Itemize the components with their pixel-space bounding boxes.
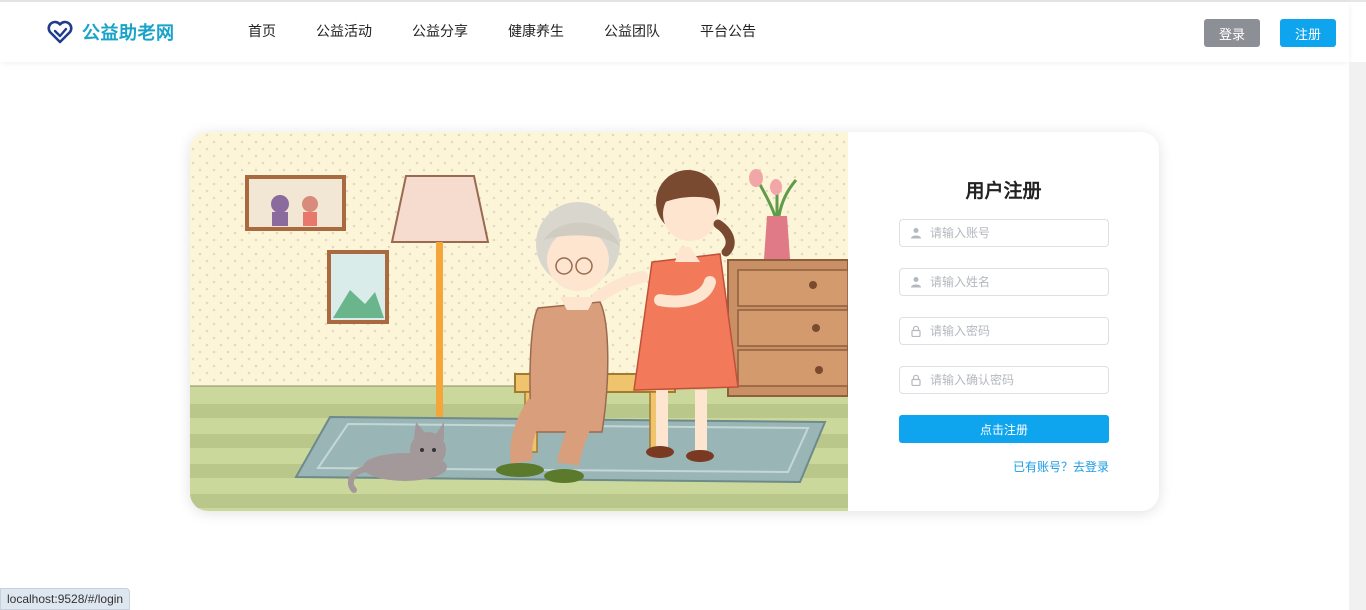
status-bar-url: localhost:9528/#/login (0, 588, 131, 610)
password-field[interactable] (899, 317, 1109, 345)
nav-item-sharing[interactable]: 公益分享 (412, 22, 468, 42)
name-input[interactable] (930, 269, 1104, 295)
nav-item-announcements[interactable]: 平台公告 (700, 22, 756, 42)
goto-login-link[interactable]: 已有账号？去登录 (899, 458, 1109, 475)
lock-icon (911, 374, 921, 386)
nav-item-activities[interactable]: 公益活动 (316, 22, 372, 42)
page-scrollbar[interactable] (1349, 62, 1366, 610)
password-input[interactable] (930, 318, 1104, 344)
nav-item-teams[interactable]: 公益团队 (604, 22, 660, 42)
heart-logo-icon (47, 20, 73, 44)
brand-name: 公益助老网 (82, 23, 175, 44)
login-button[interactable]: 登录 (1204, 19, 1260, 47)
elderly-care-illustration (190, 132, 848, 511)
user-icon (911, 228, 921, 239)
lock-icon (911, 325, 921, 337)
register-button[interactable]: 注册 (1280, 19, 1336, 47)
user-icon (911, 277, 921, 288)
nav-item-health[interactable]: 健康养生 (508, 22, 564, 42)
nav-item-home[interactable]: 首页 (248, 22, 276, 42)
top-header: 公益助老网 首页 公益活动 公益分享 健康养生 公益团队 平台公告 登录 注册 (0, 2, 1349, 62)
main-nav: 首页 公益活动 公益分享 健康养生 公益团队 平台公告 (248, 22, 796, 42)
register-form-panel: 用户注册 请输入账号 请输入姓名 点击注册 已有账号？去登录 (848, 132, 1159, 511)
account-input[interactable] (930, 220, 1104, 246)
brand-logo[interactable]: 公益助老网 (46, 18, 175, 46)
confirm-password-input[interactable] (930, 367, 1104, 393)
account-field[interactable] (899, 219, 1109, 247)
name-field[interactable] (899, 268, 1109, 296)
form-title: 用户注册 (965, 180, 1042, 202)
register-card: 用户注册 请输入账号 请输入姓名 点击注册 已有账号？去登录 (190, 132, 1159, 511)
confirm-password-field[interactable] (899, 366, 1109, 394)
submit-register-button[interactable]: 点击注册 (899, 415, 1109, 443)
